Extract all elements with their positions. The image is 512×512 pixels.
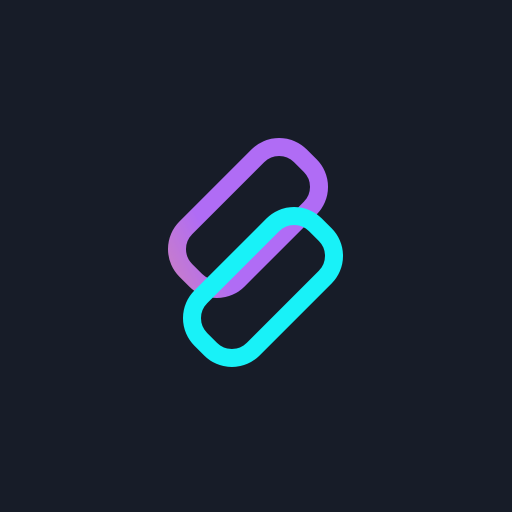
front-link-ring bbox=[182, 206, 344, 368]
app-icon-canvas bbox=[0, 0, 512, 512]
linked-rectangles-logo-icon bbox=[167, 137, 344, 368]
